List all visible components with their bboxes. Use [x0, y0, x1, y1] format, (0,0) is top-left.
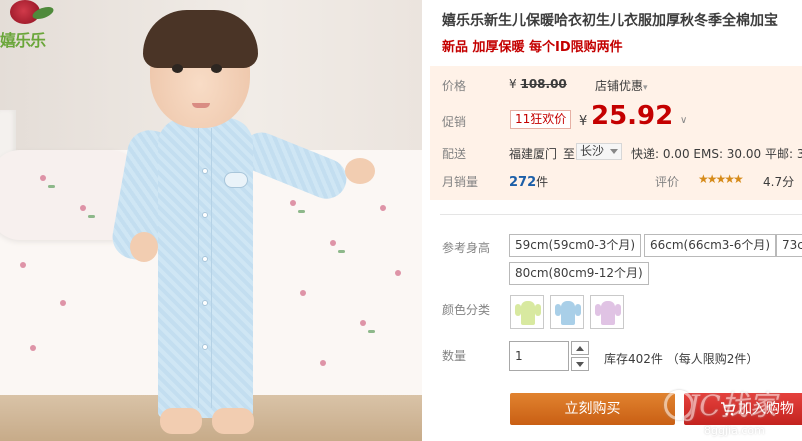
floral-dot	[20, 262, 26, 268]
floral-dot	[320, 360, 326, 366]
product-photo[interactable]: 嬉乐乐	[0, 0, 422, 441]
cart-icon	[721, 402, 736, 416]
swatch-sleeve	[615, 304, 621, 316]
floral-dot	[300, 290, 306, 296]
chevron-down-icon[interactable]: ∨	[680, 115, 692, 127]
ship-from-location: 福建厦门	[509, 147, 558, 161]
floral-leaf	[298, 210, 305, 213]
triangle-up-icon	[576, 346, 584, 351]
original-price-value: 108.00	[520, 77, 567, 91]
floral-dot	[380, 205, 386, 211]
color-label: 颜色分类	[442, 303, 491, 317]
baby-eye	[172, 64, 183, 73]
brand-logo: 嬉乐乐	[0, 0, 62, 50]
currency-symbol: ¥	[509, 77, 517, 91]
quantity-label: 数量	[442, 349, 467, 363]
promo-currency-symbol: ¥	[579, 114, 588, 129]
color-swatch-blue[interactable]	[550, 295, 584, 329]
shipping-fees: 快递: 0.00 EMS: 30.00 平邮: 30	[631, 147, 802, 161]
product-title: 嬉乐乐新生儿保暖哈衣初生儿衣服加厚秋冬季全棉加宝	[442, 13, 778, 29]
ship-to-word: 至	[563, 147, 576, 161]
monthly-sales-label: 月销量	[442, 175, 479, 189]
baby-eye	[211, 64, 222, 73]
baby-right-foot	[212, 408, 254, 434]
rating-label: 评价	[655, 175, 680, 189]
floral-dot	[360, 320, 366, 326]
delivery-label: 配送	[442, 147, 467, 161]
quantity-decrease-button[interactable]	[571, 357, 589, 371]
floral-leaf	[88, 215, 95, 218]
swatch-sleeve	[575, 304, 581, 316]
baby-hair	[143, 10, 258, 68]
original-price: ¥ 108.00	[509, 77, 567, 91]
product-subtitle: 新品 加厚保暖 每个ID限购两件	[442, 40, 623, 55]
star-rating-icon: ★★★★★	[698, 172, 744, 186]
watermark-url: 8ggjia.com	[704, 424, 765, 437]
floral-dot	[395, 270, 401, 276]
romper-button	[202, 300, 208, 306]
size-option[interactable]: 73c	[776, 234, 802, 257]
quantity-increase-button[interactable]	[571, 341, 589, 355]
promo-label: 促销	[442, 115, 467, 129]
size-option[interactable]: 80cm(80cm9-12个月)	[509, 262, 649, 285]
add-to-cart-button[interactable]: 加入购物	[684, 393, 802, 425]
baby-right-hand	[345, 158, 375, 184]
baby-left-foot	[160, 408, 202, 434]
quantity-input[interactable]	[509, 341, 569, 371]
romper-button	[202, 168, 208, 174]
floral-leaf	[338, 250, 345, 253]
size-option[interactable]: 59cm(59cm0-3个月)	[509, 234, 642, 257]
product-info-panel: 嬉乐乐新生儿保暖哈衣初生儿衣服加厚秋冬季全棉加宝 新品 加厚保暖 每个ID限购两…	[430, 0, 802, 441]
monthly-sales-unit: 件	[536, 175, 549, 189]
add-to-cart-label: 加入购物	[738, 401, 794, 417]
chevron-down-icon: ▾	[643, 83, 648, 93]
divider	[440, 214, 802, 215]
floral-dot	[40, 175, 46, 181]
triangle-down-icon	[576, 362, 584, 367]
destination-city-value: 长沙	[580, 144, 605, 158]
store-promo-label: 店铺优惠	[595, 79, 644, 93]
swatch-romper	[601, 301, 615, 325]
floral-dot	[290, 200, 296, 206]
romper-chest-logo	[224, 172, 248, 188]
romper-button	[202, 212, 208, 218]
floral-dot	[60, 300, 66, 306]
size-label: 参考身高	[442, 241, 491, 255]
floral-leaf	[48, 185, 55, 188]
swatch-romper	[561, 301, 575, 325]
destination-city-select[interactable]: 长沙	[576, 143, 622, 160]
swatch-sleeve	[535, 304, 541, 316]
caret-down-icon	[610, 149, 618, 154]
rating-value: 4.7分	[763, 175, 795, 189]
monthly-sales: 272件	[509, 173, 548, 190]
size-option[interactable]: 66cm(66cm3-6个月)	[644, 234, 777, 257]
stock-info: 库存402件 （每人限购2件）	[604, 352, 759, 366]
floral-dot	[30, 345, 36, 351]
buy-now-button[interactable]: 立刻购买	[510, 393, 675, 425]
baby-mouth	[192, 103, 210, 108]
swatch-romper	[521, 301, 535, 325]
price-label: 价格	[442, 79, 467, 93]
floral-dot	[330, 240, 336, 246]
floral-leaf	[368, 330, 375, 333]
floral-dot	[80, 205, 86, 211]
color-swatch-green[interactable]	[510, 295, 544, 329]
event-tag: 11狂欢价	[510, 110, 572, 129]
promo-price: 25.92	[591, 101, 674, 131]
store-promo-dropdown[interactable]: 店铺优惠▾	[595, 77, 648, 94]
romper-button	[202, 344, 208, 350]
monthly-sales-count: 272	[509, 175, 537, 190]
romper-button	[202, 256, 208, 262]
baby-left-hand	[130, 232, 158, 262]
color-swatch-pink[interactable]	[590, 295, 624, 329]
brand-logo-text: 嬉乐乐	[0, 31, 46, 50]
